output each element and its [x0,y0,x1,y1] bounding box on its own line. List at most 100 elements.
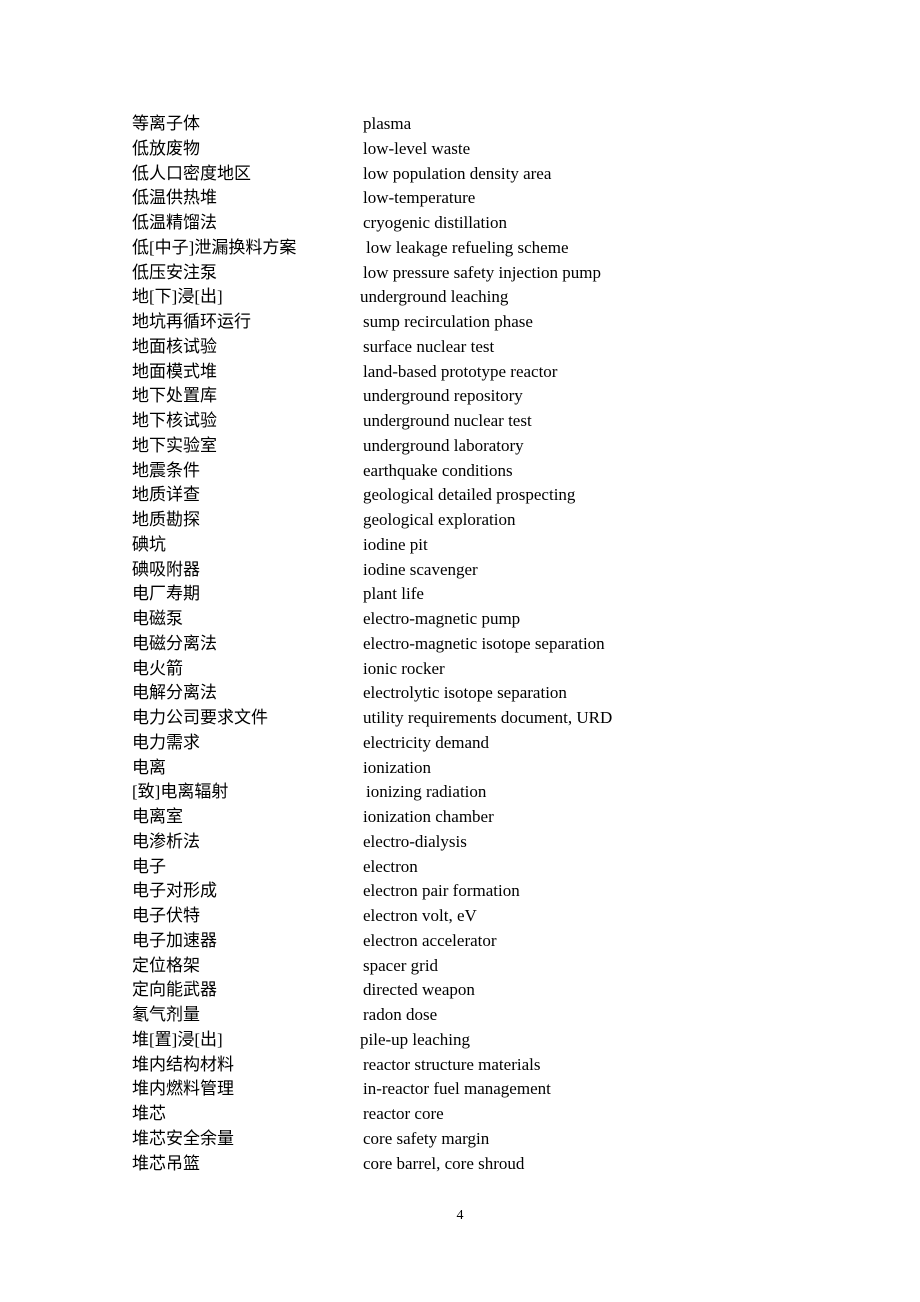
glossary-entry: 地坑再循环运行 sump recirculation phase [132,310,692,335]
glossary-entry: 堆芯安全余量 core safety margin [132,1127,692,1152]
term-chinese: 地下实验室 [132,435,217,455]
term-chinese: 电渗析法 [132,831,200,851]
term-english: radon dose [363,1005,438,1024]
term-chinese: 堆内燃料管理 [132,1079,234,1099]
term-chinese: 低压安注泵 [132,262,217,282]
glossary-entry: 电渗析法 electro-dialysis [132,830,692,855]
term-chinese: 地坑再循环运行 [132,312,251,331]
glossary-entry: 地下实验室 underground laboratory [132,434,692,459]
term-chinese: 碘吸附器 [132,559,200,579]
term-chinese: 堆内结构材料 [132,1054,234,1074]
term-chinese: 低温供热堆 [132,188,217,208]
term-chinese: 等离子体 [132,114,200,133]
term-chinese: 电磁分离法 [132,633,217,653]
term-chinese: 定向能武器 [132,980,217,1000]
term-english: low pressure safety injection pump [363,262,601,282]
glossary-entry: 碘坑 iodine pit [132,533,692,558]
term-english: underground nuclear test [363,411,532,430]
term-chinese: 地震条件 [132,460,200,480]
term-chinese: 低人口密度地区 [132,163,251,183]
term-chinese: 堆[置]浸[出] [132,1029,223,1049]
glossary-entry: 电厂寿期 plant life [132,582,692,607]
term-chinese: 地下核试验 [132,411,217,430]
glossary-entry: 电火箭 ionic rocker [132,657,692,682]
term-chinese: 定位格架 [132,955,200,975]
term-english: core safety margin [363,1128,490,1148]
glossary-entry: 堆内结构材料 reactor structure materials [132,1053,692,1078]
term-english: ionizing radiation [366,782,487,802]
term-chinese: 地面模式堆 [132,361,217,381]
term-english: sump recirculation phase [363,312,533,331]
term-chinese: 地质详查 [132,485,200,505]
glossary-entry: 电离 ionization [132,756,692,781]
term-english: reactor core [363,1104,444,1123]
term-chinese: 电子加速器 [132,930,217,950]
glossary-entry: 堆芯 reactor core [132,1102,692,1127]
term-english: electro-magnetic pump [363,609,521,628]
term-chinese: 氡气剂量 [132,1005,200,1024]
glossary-entry: 电解分离法 electrolytic isotope separation [132,681,692,706]
glossary-entry: 低放废物 low-level waste [132,137,692,162]
term-chinese: 地[下]浸[出] [132,287,223,307]
glossary-entry: 地下核试验 underground nuclear test [132,409,692,434]
term-english: underground laboratory [363,435,524,455]
glossary-entry: 低温供热堆 low-temperature [132,186,692,211]
term-chinese: 低放废物 [132,138,200,158]
term-english: electro-dialysis [363,831,467,851]
term-english: surface nuclear test [363,336,495,356]
term-english: electron [363,856,418,876]
term-english: pile-up leaching [360,1029,470,1049]
term-english: cryogenic distillation [363,213,507,232]
term-chinese: 电力需求 [132,732,200,752]
glossary-list: 等离子体 plasma 低放废物 low-level waste 低人口密度地区 low … [132,112,692,1176]
glossary-entry: 地震条件 earthquake conditions [132,459,692,484]
term-english: plant life [363,584,424,604]
glossary-entry: 堆芯吊篮 core barrel, core shroud [132,1152,692,1177]
glossary-entry: 等离子体 plasma [132,112,692,137]
term-chinese: 碘坑 [132,534,166,554]
document-page: 等离子体 plasma 低放废物 low-level waste 低人口密度地区 low … [0,0,920,1302]
glossary-entry: 电磁分离法 electro-magnetic isotope separation [132,632,692,657]
term-english: electro-magnetic isotope separation [363,633,605,653]
term-chinese: 电磁泵 [132,609,183,628]
term-english: plasma [363,114,412,133]
term-english: ionic rocker [363,658,445,678]
term-english: directed weapon [363,980,475,1000]
term-english: geological exploration [363,510,516,529]
term-chinese: 电解分离法 [132,683,217,703]
term-chinese: 堆芯安全余量 [132,1128,234,1148]
glossary-entry: 碘吸附器 iodine scavenger [132,558,692,583]
term-english: electrolytic isotope separation [363,683,567,703]
term-chinese: 地下处置库 [132,386,217,406]
term-english: underground leaching [360,287,509,307]
glossary-entry: 地面模式堆 land-based prototype reactor [132,360,692,385]
glossary-entry: [致]电离辐射 ionizing radiation [132,780,692,805]
glossary-entry: 定位格架 spacer grid [132,954,692,979]
glossary-entry: 氡气剂量 radon dose [132,1003,692,1028]
term-chinese: 电厂寿期 [132,584,200,604]
term-english: utility requirements document, URD [363,708,613,727]
glossary-entry: 地质详查 geological detailed prospecting [132,483,692,508]
term-chinese: 低温精馏法 [132,213,217,232]
glossary-entry: 电子伏特 electron volt, eV [132,904,692,929]
term-english: electron accelerator [363,930,497,950]
term-english: low-level waste [363,138,471,158]
glossary-entry: 低人口密度地区 low population density area [132,162,692,187]
term-chinese: 堆芯吊篮 [132,1153,200,1173]
term-english: spacer grid [363,955,439,975]
glossary-entry: 电磁泵 electro-magnetic pump [132,607,692,632]
term-english: iodine scavenger [363,559,478,579]
glossary-entry: 堆[置]浸[出] pile-up leaching [132,1028,692,1053]
term-chinese: 地面核试验 [132,336,217,356]
glossary-entry: 电力公司要求文件 utility requirements document, U… [132,706,692,731]
term-chinese: 电子对形成 [132,881,217,901]
glossary-entry: 地质勘探 geological exploration [132,508,692,533]
glossary-entry: 地[下]浸[出] underground leaching [132,285,692,310]
glossary-entry: 低压安注泵 low pressure safety injection pump [132,261,692,286]
term-chinese: 低[中子]泄漏换料方案 [132,237,297,257]
term-english: reactor structure materials [363,1054,541,1074]
term-chinese: 电火箭 [132,658,183,678]
term-english: electron pair formation [363,881,520,901]
term-english: land-based prototype reactor [363,361,558,381]
glossary-entry: 电子 electron [132,855,692,880]
